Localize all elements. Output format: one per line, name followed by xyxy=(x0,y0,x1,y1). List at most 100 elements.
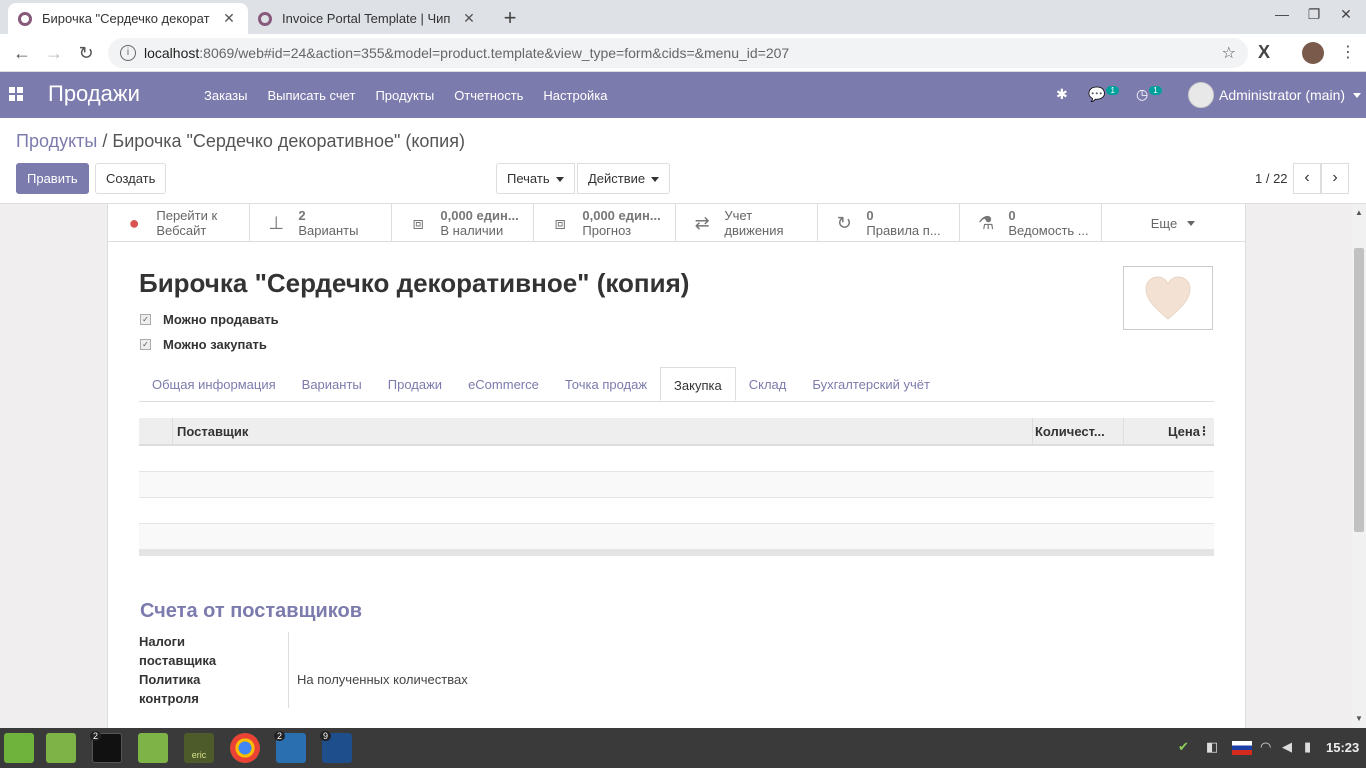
column-price[interactable]: Цена ⋮ xyxy=(1124,418,1214,444)
scrollbar-thumb[interactable] xyxy=(1354,248,1364,532)
volume-icon[interactable]: ◀ xyxy=(1282,739,1292,755)
debug-bug-icon[interactable]: ✱ xyxy=(1056,86,1068,103)
can-be-sold-label: Можно продавать xyxy=(163,312,279,327)
bookmark-star-icon[interactable]: ☆ xyxy=(1222,43,1236,63)
chrome-icon[interactable] xyxy=(230,733,260,763)
cubes-icon: ⧈ xyxy=(412,212,424,233)
tab-general-info[interactable]: Общая информация xyxy=(139,367,289,401)
control-policy-label-line-1: Политика xyxy=(139,672,201,687)
product-image[interactable] xyxy=(1123,266,1213,330)
browser-tab-active[interactable]: Бирочка "Сердечко декорат ✕ xyxy=(8,3,248,34)
smart-button-reordering-rules[interactable]: ↻ 0 Правила п... xyxy=(818,204,960,242)
exchange-icon: ⇄ xyxy=(694,212,710,233)
vendor-pricelist-table: Поставщик Количест... Цена ⋮ xyxy=(139,418,1214,556)
tab-ecommerce[interactable]: eCommerce xyxy=(455,367,552,401)
browser-tab-2[interactable]: Invoice Portal Template | Чип ✕ xyxy=(248,3,488,34)
files-folder-icon[interactable] xyxy=(46,733,76,763)
address-bar: ← → ↻ i localhost:8069/web#id=24&action=… xyxy=(0,34,1366,72)
more-label: Еще xyxy=(1150,215,1178,231)
clock[interactable]: 15:23 xyxy=(1326,740,1359,755)
forward-icon[interactable]: → xyxy=(42,41,66,65)
tab-point-of-sale[interactable]: Точка продаж xyxy=(552,367,660,401)
smart-button-on-hand[interactable]: ⧈ 0,000 един... В наличии xyxy=(392,204,534,242)
can-be-purchased-label: Можно закупать xyxy=(163,337,267,352)
edit-button[interactable]: Править xyxy=(16,163,89,194)
smart-button-forecast[interactable]: ⧈ 0,000 един... Прогноз xyxy=(534,204,676,242)
russian-flag-icon[interactable] xyxy=(1232,741,1252,755)
scroll-up-icon[interactable]: ▲ xyxy=(1355,208,1363,217)
folder-icon[interactable] xyxy=(138,733,168,763)
wifi-icon[interactable]: ◠ xyxy=(1260,739,1271,755)
page-scrollbar[interactable]: ▲ ▼ xyxy=(1352,204,1366,728)
minimize-icon[interactable]: — xyxy=(1266,6,1298,22)
shield-check-icon[interactable]: ✔ xyxy=(1178,739,1189,755)
menu-reporting[interactable]: Отчетность xyxy=(444,88,533,103)
reload-icon[interactable]: ↻ xyxy=(74,41,98,65)
pager-value[interactable]: 1 / 22 xyxy=(1255,171,1288,186)
smart-button-moves[interactable]: ⇄ Учет движения xyxy=(676,204,818,242)
scroll-down-icon[interactable]: ▼ xyxy=(1355,714,1363,723)
tab-accounting[interactable]: Бухгалтерский учёт xyxy=(799,367,943,401)
checkbox-checked-icon[interactable]: ✓ xyxy=(140,314,151,325)
extension-icon[interactable]: X xyxy=(1258,42,1270,63)
app-name[interactable]: Продажи xyxy=(48,81,140,107)
pager-previous-button[interactable]: ‹ xyxy=(1293,163,1321,194)
breadcrumb-products-link[interactable]: Продукты xyxy=(16,131,97,151)
action-label: Действие xyxy=(588,171,646,186)
smart-button-variants[interactable]: ⊥ 2 Варианты xyxy=(250,204,392,242)
back-icon[interactable]: ← xyxy=(10,41,34,65)
close-tab-icon[interactable]: ✕ xyxy=(460,10,478,27)
create-button[interactable]: Создать xyxy=(95,163,167,194)
menu-products[interactable]: Продукты xyxy=(365,88,444,103)
eric-ide-icon[interactable]: eric xyxy=(184,733,214,763)
table-row[interactable] xyxy=(139,446,1214,472)
vendor-taxes-label-line-1: Налоги xyxy=(139,634,186,649)
tab-sales[interactable]: Продажи xyxy=(375,367,455,401)
chevron-down-icon xyxy=(651,177,660,183)
heart-image-icon xyxy=(1145,276,1191,320)
more-dropdown[interactable]: Еще xyxy=(1102,204,1244,242)
table-footer xyxy=(139,550,1214,556)
url-input[interactable]: i localhost:8069/web#id=24&action=355&mo… xyxy=(108,38,1248,68)
user-menu[interactable]: Administrator (main) xyxy=(1188,82,1362,108)
column-options-icon[interactable]: ⋮ xyxy=(1198,418,1210,445)
checkbox-checked-icon[interactable]: ✓ xyxy=(140,339,151,350)
smart-button-website[interactable]: ● Перейти к Вебсайт xyxy=(108,204,250,242)
new-tab-button[interactable]: + xyxy=(498,5,522,31)
apps-menu-icon[interactable] xyxy=(9,87,23,101)
close-tab-icon[interactable]: ✕ xyxy=(220,10,238,27)
profile-avatar[interactable] xyxy=(1302,42,1324,64)
nvidia-icon[interactable]: ◧ xyxy=(1206,739,1218,755)
can-be-sold-checkbox[interactable]: ✓ Можно продавать xyxy=(140,312,279,327)
battery-icon[interactable]: ▮ xyxy=(1304,739,1311,755)
can-be-purchased-checkbox[interactable]: ✓ Можно закупать xyxy=(140,337,267,352)
action-dropdown[interactable]: Действие xyxy=(577,163,671,194)
terminal-badge: 2 xyxy=(90,731,102,741)
menu-settings[interactable]: Настройка xyxy=(533,88,617,103)
control-policy-value[interactable]: На полученных количествах xyxy=(289,670,468,708)
smart-button-label: Варианты xyxy=(298,223,359,238)
refresh-icon: ↻ xyxy=(836,212,852,233)
column-quantity[interactable]: Количест... xyxy=(1033,418,1124,444)
mint-menu-icon[interactable] xyxy=(4,733,34,763)
print-dropdown[interactable]: Печать xyxy=(496,163,575,194)
menu-invoice[interactable]: Выписать счет xyxy=(257,88,365,103)
vendor-taxes-value[interactable] xyxy=(289,632,297,670)
restore-icon[interactable]: ❐ xyxy=(1298,6,1330,23)
smart-button-bom[interactable]: ⚗ 0 Ведомость ... xyxy=(960,204,1102,242)
messages-badge: 1 xyxy=(1106,86,1119,95)
smart-button-value: 2 xyxy=(298,208,306,223)
close-window-icon[interactable]: ✕ xyxy=(1330,6,1362,23)
pager-next-button[interactable]: › xyxy=(1321,163,1349,194)
activities-clock-icon[interactable]: ◷ 1 xyxy=(1136,86,1162,103)
messages-icon[interactable]: 💬 1 xyxy=(1088,86,1119,103)
tab-purchase[interactable]: Закупка xyxy=(660,367,736,401)
vendor-taxes-label: Налоги поставщика xyxy=(139,632,289,670)
tab-inventory[interactable]: Склад xyxy=(736,367,800,401)
menu-orders[interactable]: Заказы xyxy=(194,88,257,103)
browser-menu-icon[interactable]: ⋮ xyxy=(1340,42,1356,62)
column-vendor[interactable]: Поставщик xyxy=(173,418,1033,444)
smart-button-value: Учет xyxy=(724,208,753,223)
tab-variants[interactable]: Варианты xyxy=(289,367,375,401)
site-info-icon[interactable]: i xyxy=(120,45,136,61)
